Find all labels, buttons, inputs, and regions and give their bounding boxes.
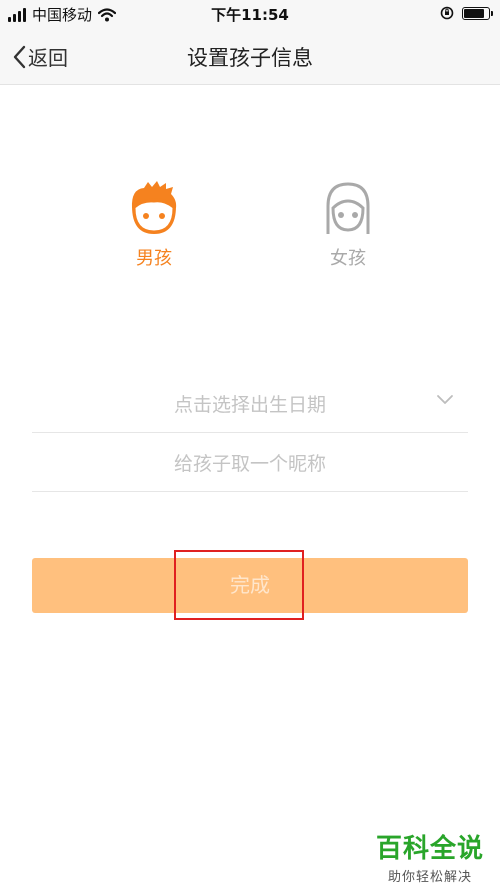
nav-bar: 返回 设置孩子信息 — [0, 30, 500, 85]
battery-icon — [462, 6, 493, 20]
status-right — [440, 6, 493, 20]
gender-option-girl[interactable]: 女孩 — [298, 178, 398, 270]
watermark-subtitle: 助你轻松解决 — [387, 870, 472, 885]
gender-label-boy: 男孩 — [136, 248, 172, 269]
orientation-lock-icon — [440, 6, 454, 20]
birthday-picker[interactable]: 点击选择出生日期 — [32, 374, 468, 433]
gender-option-boy[interactable]: 男孩 — [104, 178, 204, 270]
chevron-down-icon — [437, 395, 453, 404]
girl-avatar-icon — [326, 182, 370, 234]
highlight-box — [174, 550, 304, 620]
boy-avatar-icon — [131, 181, 177, 234]
status-bar: 中国移动 下午11:54 — [0, 0, 500, 30]
watermark-logo: 百科全说 助你轻松解决 — [376, 828, 484, 885]
battery-level — [464, 8, 485, 18]
nickname-placeholder: 给孩子取一个昵称 — [173, 453, 326, 475]
gender-label-girl: 女孩 — [330, 248, 366, 269]
watermark-title: 百科全说 — [375, 834, 484, 864]
page-title: 设置孩子信息 — [187, 46, 313, 70]
status-time: 下午11:54 — [211, 6, 289, 24]
nickname-field[interactable]: 给孩子取一个昵称 — [32, 433, 468, 492]
birthday-placeholder: 点击选择出生日期 — [173, 394, 326, 416]
